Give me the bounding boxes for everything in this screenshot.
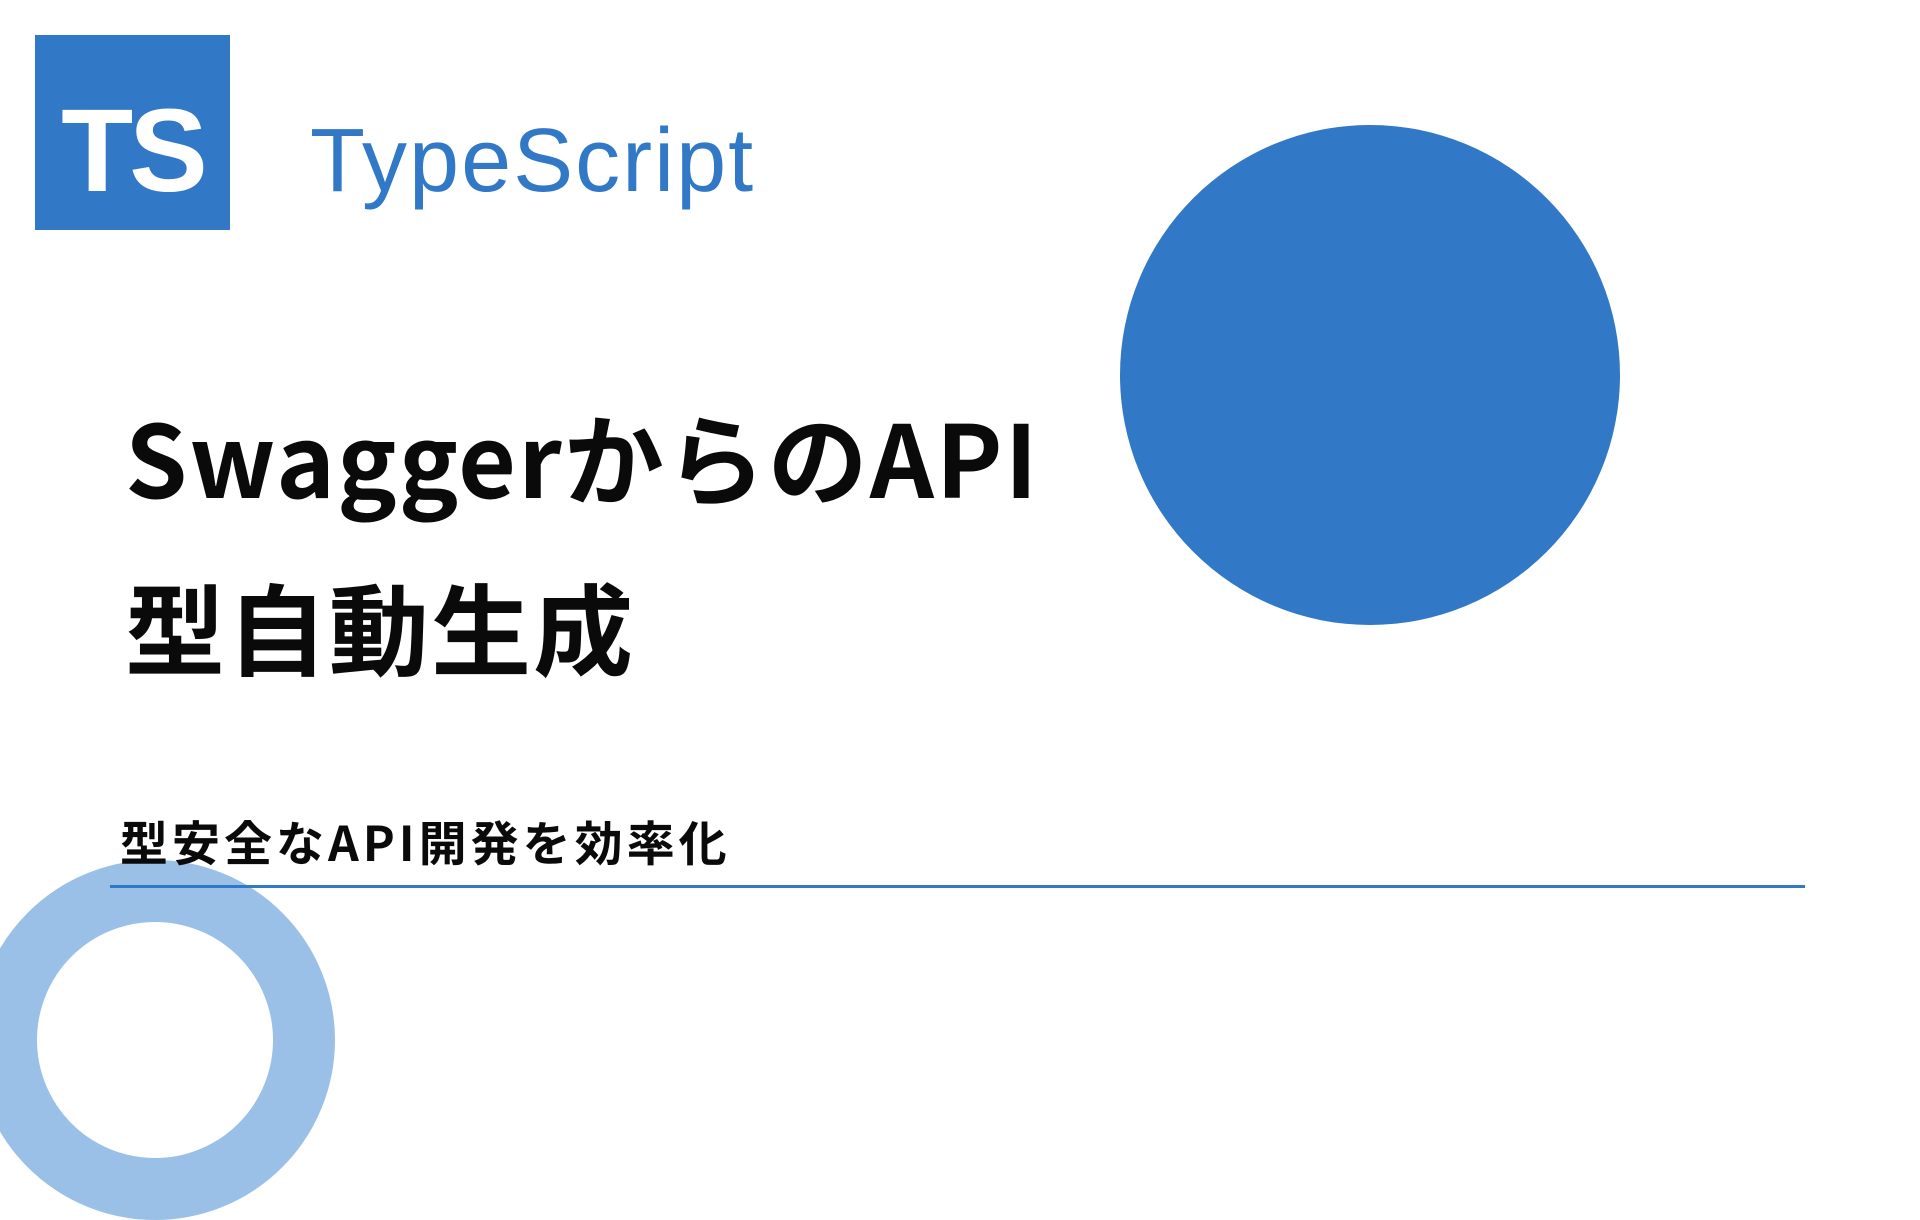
logo-text: TS bbox=[61, 92, 204, 210]
typescript-logo: TS bbox=[35, 35, 230, 230]
main-title: SwaggerからのAPI 型自動生成 bbox=[125, 370, 1040, 710]
main-title-line1: SwaggerからのAPI bbox=[125, 382, 1040, 527]
decorative-circle-large bbox=[1120, 125, 1620, 625]
subtitle-underline bbox=[110, 885, 1805, 888]
subtitle: 型安全なAPI開発を効率化 bbox=[120, 805, 731, 875]
header-title: TypeScript bbox=[310, 110, 755, 213]
main-title-line2: 型自動生成 bbox=[125, 552, 635, 697]
decorative-ring bbox=[0, 860, 335, 1220]
